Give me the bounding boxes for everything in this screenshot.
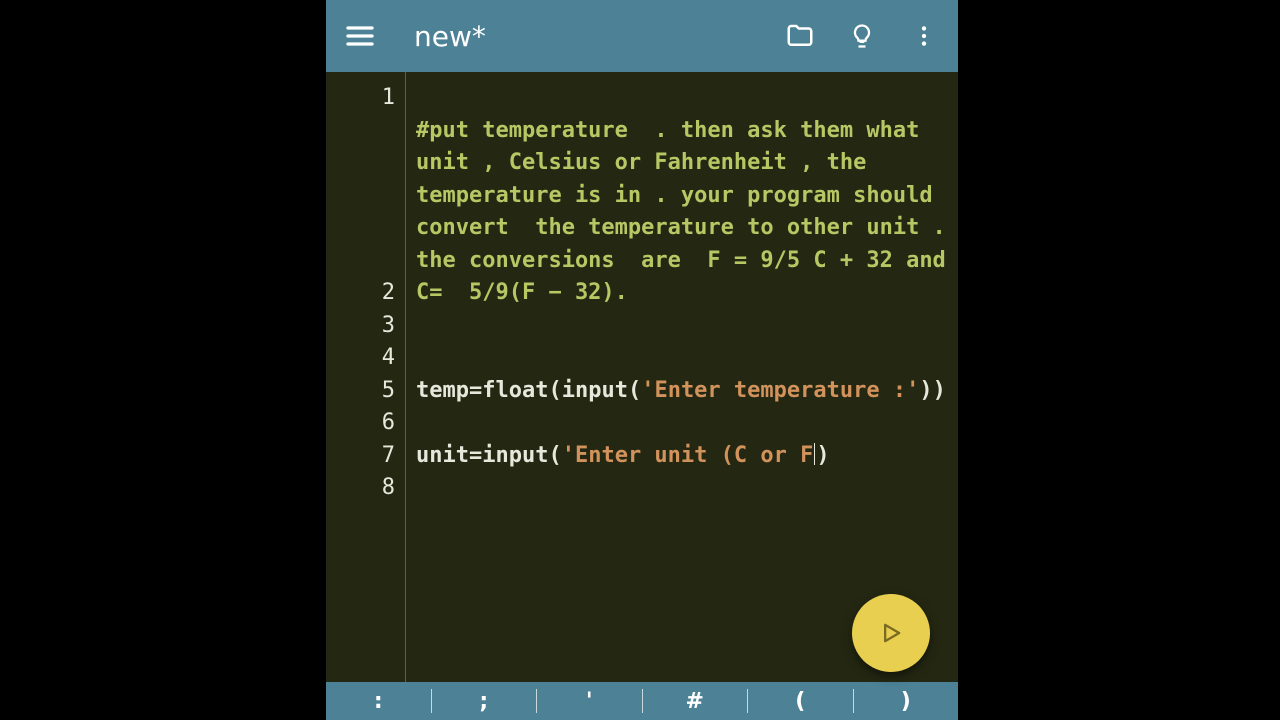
more-vert-icon[interactable]: [904, 16, 944, 56]
code-op: =: [469, 378, 482, 403]
code-op: =: [469, 443, 482, 468]
line-number: 2: [326, 277, 395, 310]
code-builtin: input: [562, 378, 628, 403]
file-title: new*: [414, 20, 758, 53]
line-number: 5: [326, 375, 395, 408]
line-gutter: 1 2 3 4 5 6 7 8: [326, 72, 406, 682]
line-number: 3: [326, 310, 395, 343]
code-identifier: temp: [416, 378, 469, 403]
lightbulb-icon[interactable]: [842, 16, 882, 56]
key-hash[interactable]: #: [643, 689, 748, 714]
code-editor[interactable]: 1 2 3 4 5 6 7 8 #put temperature . then …: [326, 72, 958, 682]
code-builtin: input: [482, 443, 548, 468]
key-semicolon[interactable]: ;: [432, 689, 537, 714]
code-paren: ): [919, 378, 932, 403]
code-paren: ): [933, 378, 946, 403]
code-string: 'Enter temperature :': [641, 378, 919, 403]
app-window: new* 1 2 3 4 5 6 7 8 #pu: [326, 0, 958, 720]
key-rparen[interactable]: ): [854, 689, 959, 714]
menu-icon[interactable]: [340, 16, 380, 56]
line-number: 6: [326, 407, 395, 440]
code-comment: #put temperature . then ask them what un…: [416, 118, 972, 306]
code-identifier: unit: [416, 443, 469, 468]
line-number: 7: [326, 440, 395, 473]
code-string: 'Enter unit (C or F: [562, 443, 814, 468]
key-colon[interactable]: :: [326, 689, 431, 714]
code-paren: (: [628, 378, 641, 403]
code-builtin: float: [482, 378, 548, 403]
code-paren: (: [548, 378, 561, 403]
line-number: 1: [326, 82, 395, 115]
symbol-keybar: : ; ' # ( ): [326, 682, 958, 720]
code-area[interactable]: #put temperature . then ask them what un…: [406, 72, 958, 682]
key-quote[interactable]: ': [537, 689, 642, 714]
code-paren: (: [548, 443, 561, 468]
app-bar: new*: [326, 0, 958, 72]
line-number: 4: [326, 342, 395, 375]
line-number: 8: [326, 472, 395, 505]
run-button[interactable]: [852, 594, 930, 672]
folder-icon[interactable]: [780, 16, 820, 56]
key-lparen[interactable]: (: [748, 689, 853, 714]
code-paren: ): [816, 443, 829, 468]
